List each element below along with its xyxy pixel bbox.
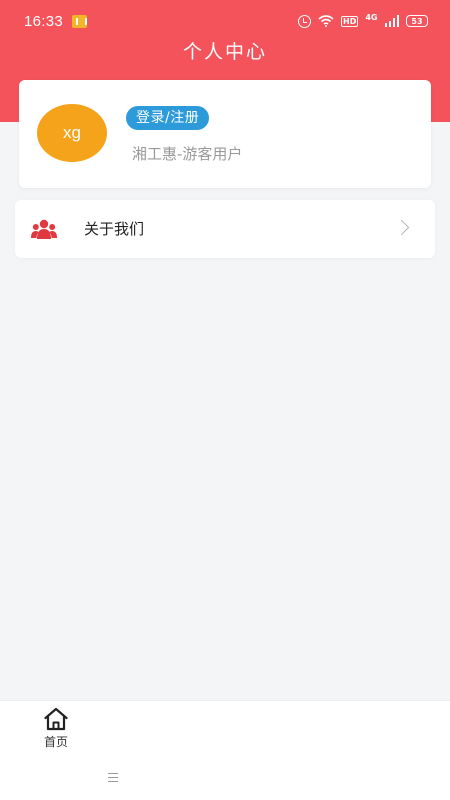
tab-home-label: 首页: [43, 735, 68, 749]
user-type-label: 湘工惠-游客用户: [132, 145, 243, 163]
login-register-button[interactable]: 登录/注册: [126, 106, 210, 130]
status-bar: 16:33 HD 4G 53: [0, 0, 450, 42]
status-time: 16:33: [24, 12, 64, 30]
avatar[interactable]: xg: [37, 104, 107, 162]
page-title: 个人中心: [182, 41, 267, 63]
status-icons: HD 4G 53: [298, 13, 428, 28]
home-icon: [44, 707, 68, 731]
hd-icon: HD: [341, 15, 359, 27]
app-notification-icon: [72, 14, 88, 28]
alarm-icon: [298, 14, 312, 28]
menu-item-about-us[interactable]: 关于我们: [15, 200, 435, 258]
menu-item-label: 关于我们: [84, 220, 145, 238]
signal-icon: [384, 15, 399, 27]
bottom-tab-bar: 首页: [0, 700, 450, 800]
users-icon: [31, 219, 57, 239]
menu-handle-icon[interactable]: [108, 773, 118, 782]
wifi-icon: [318, 15, 334, 27]
tab-home[interactable]: 首页: [24, 707, 88, 755]
battery-icon: 53: [406, 15, 428, 27]
chevron-right-icon: [393, 219, 410, 236]
profile-card: xg 登录/注册 湘工惠-游客用户: [19, 80, 431, 188]
4g-icon: 4G: [365, 13, 378, 22]
